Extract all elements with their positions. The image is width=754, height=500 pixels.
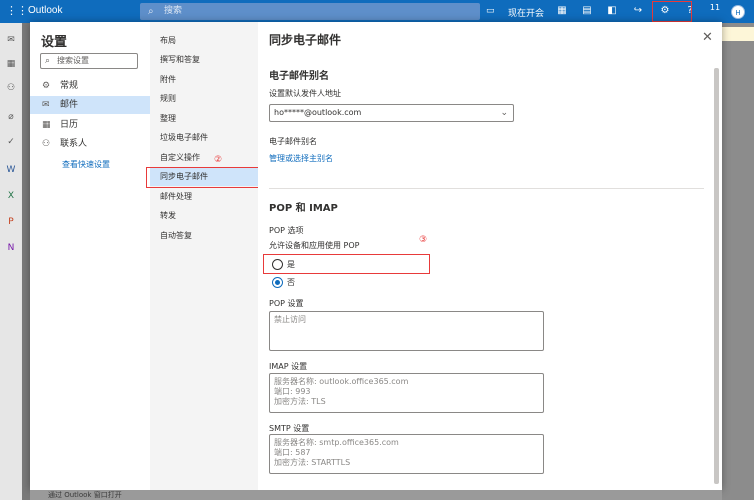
nav-compose-reply[interactable]: 撰写和答复	[150, 50, 258, 69]
pop-settings-label: POP 设置	[269, 299, 304, 308]
nav-layout[interactable]: 布局	[150, 31, 258, 50]
imap-settings-box: 服务器名称: outlook.office365.com 端口: 993 加密方…	[269, 373, 544, 413]
smtp-line: 服务器名称: smtp.office365.com	[274, 438, 399, 447]
onenote-icon[interactable]: N	[5, 242, 17, 254]
people-icon: ⚇	[42, 139, 51, 149]
people-icon[interactable]: ⚇	[5, 82, 17, 94]
settings-search-input[interactable]: ⌕ 搜索设置	[40, 53, 138, 69]
nav-sweep[interactable]: 整理	[150, 109, 258, 128]
imap-line: 端口: 993	[274, 387, 311, 396]
category-label: 日历	[60, 120, 79, 130]
nav-custom-actions[interactable]: 自定义操作	[150, 148, 258, 167]
right-background	[722, 23, 754, 500]
teams-icon[interactable]: ▦	[555, 5, 569, 16]
notification-badge[interactable]: 11	[708, 3, 722, 12]
bottom-strip: 通过 Outlook 窗口打开	[30, 490, 722, 500]
divider	[269, 188, 704, 189]
category-label: 常规	[60, 81, 79, 91]
smtp-settings-label: SMTP 设置	[269, 424, 310, 433]
highlight-box-settings	[652, 1, 692, 22]
settings-search-placeholder: 搜索设置	[57, 56, 89, 65]
app-brand[interactable]: Outlook	[28, 5, 62, 16]
default-from-value: ho*****@outlook.com	[274, 108, 362, 117]
calendar-icon: ▦	[42, 120, 51, 130]
alias-section-title: 电子邮件别名	[269, 71, 329, 82]
annotation-3: ③	[419, 235, 428, 245]
left-rail: ✉ ▦ ⚇ ⌀ ✓ W X P N	[0, 23, 22, 500]
alias-label: 电子邮件别名	[269, 137, 317, 146]
smtp-line: 加密方法: STARTTLS	[274, 458, 351, 467]
allow-pop-label: 允许设备和应用使用 POP	[269, 241, 360, 250]
nav-rules[interactable]: 规则	[150, 89, 258, 108]
imap-line: 加密方法: TLS	[274, 397, 326, 406]
pop-options-label: POP 选项	[269, 226, 304, 235]
default-from-select[interactable]: ho*****@outlook.com ⌄	[269, 104, 514, 122]
radio-label: 否	[287, 278, 295, 287]
manage-alias-link[interactable]: 管理或选择主别名	[269, 153, 333, 164]
calendar-icon[interactable]: ▦	[5, 58, 17, 70]
onenote-icon[interactable]: ◧	[605, 5, 619, 16]
category-people[interactable]: ⚇ 联系人	[30, 135, 150, 153]
mail-icon[interactable]: ✉	[5, 34, 17, 46]
category-mail[interactable]: ✉ 邮件	[30, 96, 150, 114]
chevron-down-icon: ⌄	[500, 108, 508, 118]
search-icon: ⌕	[45, 56, 51, 66]
imap-line: 服务器名称: outlook.office365.com	[274, 377, 409, 386]
category-label: 联系人	[60, 139, 88, 149]
search-box[interactable]: ⌕ 搜索	[140, 3, 480, 20]
feedback-icon[interactable]: ↪	[631, 5, 645, 16]
radio-circle	[272, 277, 283, 288]
page-title: 同步电子邮件	[269, 33, 342, 47]
meet-now-button[interactable]: 现在开会	[508, 6, 544, 19]
pop-imap-section-title: POP 和 IMAP	[269, 203, 338, 214]
search-placeholder: 搜索	[164, 6, 183, 16]
top-bar: ⋮⋮ Outlook ⌕ 搜索 ▭ 现在开会 ▦ ▤ ◧ ↪ ⚙ ? 11 H	[0, 0, 754, 23]
pop-settings-box: 禁止访问	[269, 311, 544, 351]
mail-icon: ✉	[42, 100, 50, 110]
search-icon: ⌕	[148, 6, 154, 17]
nav-forwarding[interactable]: 转发	[150, 206, 258, 225]
mail-settings-nav: 布局 撰写和答复 附件 规则 整理 垃圾电子邮件 自定义操作 同步电子邮件 邮件…	[150, 22, 258, 490]
avatar[interactable]: H	[731, 5, 745, 19]
nav-attachments[interactable]: 附件	[150, 70, 258, 89]
quick-settings-link[interactable]: 查看快速设置	[62, 159, 110, 170]
word-icon[interactable]: ▤	[580, 5, 594, 16]
app-launcher-icon[interactable]: ⋮⋮	[6, 5, 28, 17]
category-general[interactable]: ⚙ 常规	[30, 77, 150, 95]
nav-junk-email[interactable]: 垃圾电子邮件	[150, 128, 258, 147]
nav-message-handling[interactable]: 邮件处理	[150, 187, 258, 206]
category-calendar[interactable]: ▦ 日历	[30, 116, 150, 134]
nav-automatic-replies[interactable]: 自动答复	[150, 226, 258, 245]
highlight-box-sync-email	[146, 167, 260, 188]
powerpoint-icon[interactable]: P	[5, 216, 17, 228]
highlight-box-pop-yes	[263, 254, 430, 274]
notice-banner	[722, 27, 754, 41]
video-icon[interactable]: ▭	[486, 6, 495, 16]
todo-icon[interactable]: ✓	[5, 136, 17, 148]
close-icon[interactable]: ✕	[702, 30, 713, 45]
annotation-2: ②	[214, 155, 223, 165]
pop-settings-value: 禁止访问	[274, 315, 306, 324]
imap-settings-label: IMAP 设置	[269, 362, 308, 371]
bottom-text[interactable]: 通过 Outlook 窗口打开	[48, 490, 122, 500]
settings-title: 设置	[41, 35, 68, 50]
gear-icon: ⚙	[42, 81, 51, 91]
category-label: 邮件	[60, 100, 79, 110]
smtp-settings-box: 服务器名称: smtp.office365.com 端口: 587 加密方法: …	[269, 434, 544, 474]
default-from-label: 设置默认发件人地址	[269, 89, 341, 98]
attachment-icon[interactable]: ⌀	[5, 111, 17, 123]
pop-no-radio[interactable]: 否	[272, 277, 295, 289]
word-icon[interactable]: W	[5, 164, 17, 176]
smtp-line: 端口: 587	[274, 448, 311, 457]
excel-icon[interactable]: X	[5, 190, 17, 202]
scrollbar[interactable]	[714, 68, 719, 484]
settings-dialog: 设置 ⌕ 搜索设置 ⚙ 常规 ✉ 邮件 ▦ 日历 ⚇ 联系人 查看快速设置 布局…	[30, 22, 722, 490]
settings-categories: 设置 ⌕ 搜索设置 ⚙ 常规 ✉ 邮件 ▦ 日历 ⚇ 联系人 查看快速设置	[30, 22, 150, 490]
